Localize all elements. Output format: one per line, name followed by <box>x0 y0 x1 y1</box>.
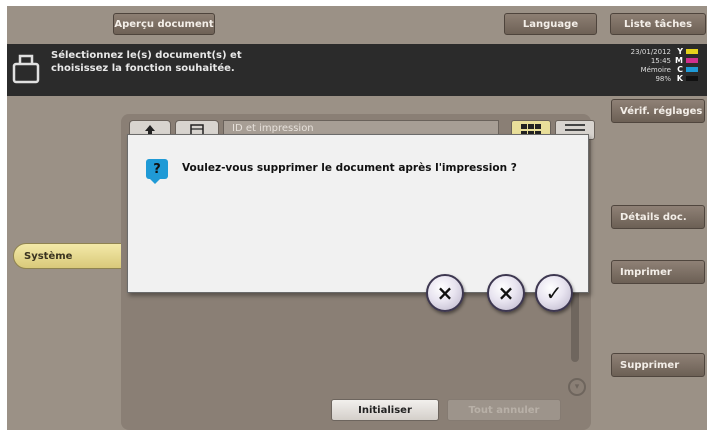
toner-black: K <box>673 74 701 83</box>
toner-levels: Y M C K <box>673 47 701 83</box>
document-details-button[interactable]: Détails doc. <box>611 205 705 229</box>
verify-settings-button[interactable]: Vérif. réglages <box>611 99 705 123</box>
no-button[interactable]: × <box>487 274 525 312</box>
cross-icon: × <box>497 281 515 305</box>
memory-value: 98% <box>655 75 671 83</box>
date-text: 23/01/2012 <box>630 48 671 56</box>
cancel-all-button: Tout annuler <box>447 399 561 421</box>
message-bar: Sélectionnez le(s) document(s) et choisi… <box>7 44 707 96</box>
device-screen: Aperçu document Language Liste tâches Sé… <box>7 6 707 430</box>
document-preview-button[interactable]: Aperçu document <box>113 13 215 35</box>
yes-button[interactable]: ✓ <box>535 274 573 312</box>
instruction-text: Sélectionnez le(s) document(s) et choisi… <box>51 50 242 74</box>
question-icon: ? <box>146 159 168 184</box>
document-tray-icon <box>12 54 40 84</box>
time-text: 15:45 <box>650 57 671 65</box>
dialog-message: Voulez-vous supprimer le document après … <box>182 162 517 174</box>
close-icon: × <box>436 281 454 305</box>
memory-label: Mémoire <box>640 66 671 74</box>
delete-button[interactable]: Supprimer <box>611 353 705 377</box>
job-list-button[interactable]: Liste tâches <box>610 13 706 35</box>
toner-magenta: M <box>673 56 701 65</box>
check-icon: ✓ <box>545 281 563 305</box>
close-button[interactable]: × <box>426 274 464 312</box>
language-button[interactable]: Language <box>504 13 597 35</box>
toner-cyan: C <box>673 65 701 74</box>
reset-button[interactable]: Initialiser <box>331 399 439 421</box>
confirm-dialog: ? Voulez-vous supprimer le document aprè… <box>127 134 589 293</box>
status-info: 23/01/2012 15:45 Mémoire 98% <box>631 48 671 84</box>
print-button[interactable]: Imprimer <box>611 260 705 284</box>
toner-yellow: Y <box>673 47 701 56</box>
scroll-down-icon[interactable]: ▾ <box>568 378 586 396</box>
system-tab[interactable]: Système <box>13 243 131 269</box>
